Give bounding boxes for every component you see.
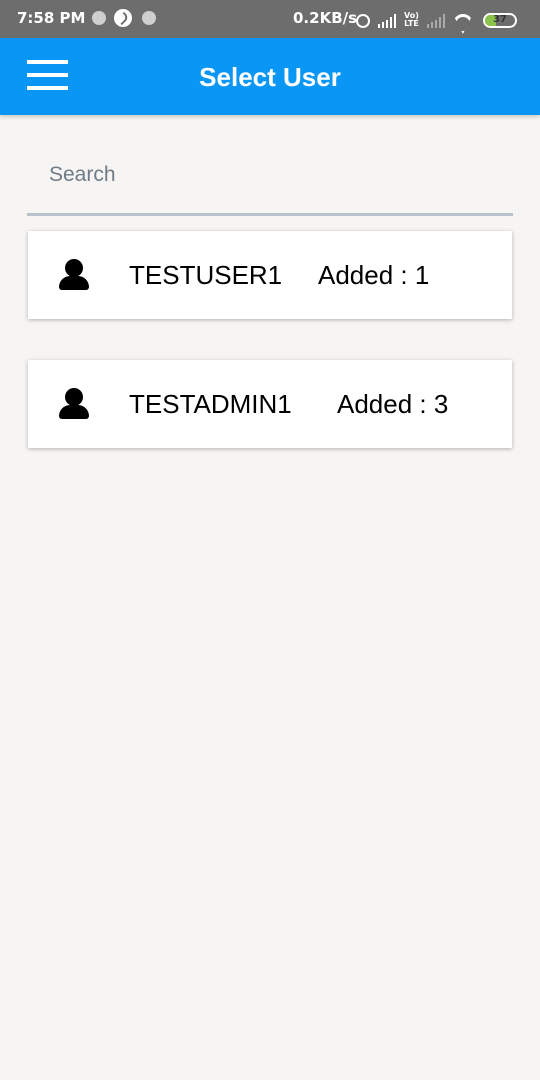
person-icon xyxy=(58,388,90,420)
wifi-icon xyxy=(453,14,473,28)
notification-dot-icon xyxy=(142,11,156,25)
added-count: Added : 1 xyxy=(318,260,430,290)
user-name: TESTADMIN1 xyxy=(129,389,292,419)
battery-percent: 37 xyxy=(492,14,507,25)
status-bar: 7:58 PM 0.2KB/s Vo) LTE 37 xyxy=(0,0,540,38)
network-speed: 0.2KB/s xyxy=(293,9,358,27)
alarm-icon xyxy=(356,14,370,28)
status-time: 7:58 PM xyxy=(17,9,86,27)
signal-icon xyxy=(378,14,396,28)
phone-call-icon xyxy=(114,9,132,27)
user-list-item[interactable]: TESTUSER1 Added : 1 xyxy=(28,231,512,319)
notification-dot-icon xyxy=(92,11,106,25)
user-name: TESTUSER1 xyxy=(129,260,283,290)
volte-icon: Vo) LTE xyxy=(404,11,419,28)
battery-icon: 37 xyxy=(482,13,517,28)
user-list-item[interactable]: TESTADMIN1 Added : 3 xyxy=(28,360,512,448)
added-count: Added : 3 xyxy=(337,389,449,419)
search-field[interactable] xyxy=(27,150,513,216)
person-icon xyxy=(58,259,90,291)
signal-icon-secondary xyxy=(426,14,445,28)
app-bar: Select User xyxy=(0,38,540,115)
search-input[interactable] xyxy=(27,150,513,187)
page-title: Select User xyxy=(199,62,341,92)
status-icons: Vo) LTE 37 xyxy=(356,10,517,28)
